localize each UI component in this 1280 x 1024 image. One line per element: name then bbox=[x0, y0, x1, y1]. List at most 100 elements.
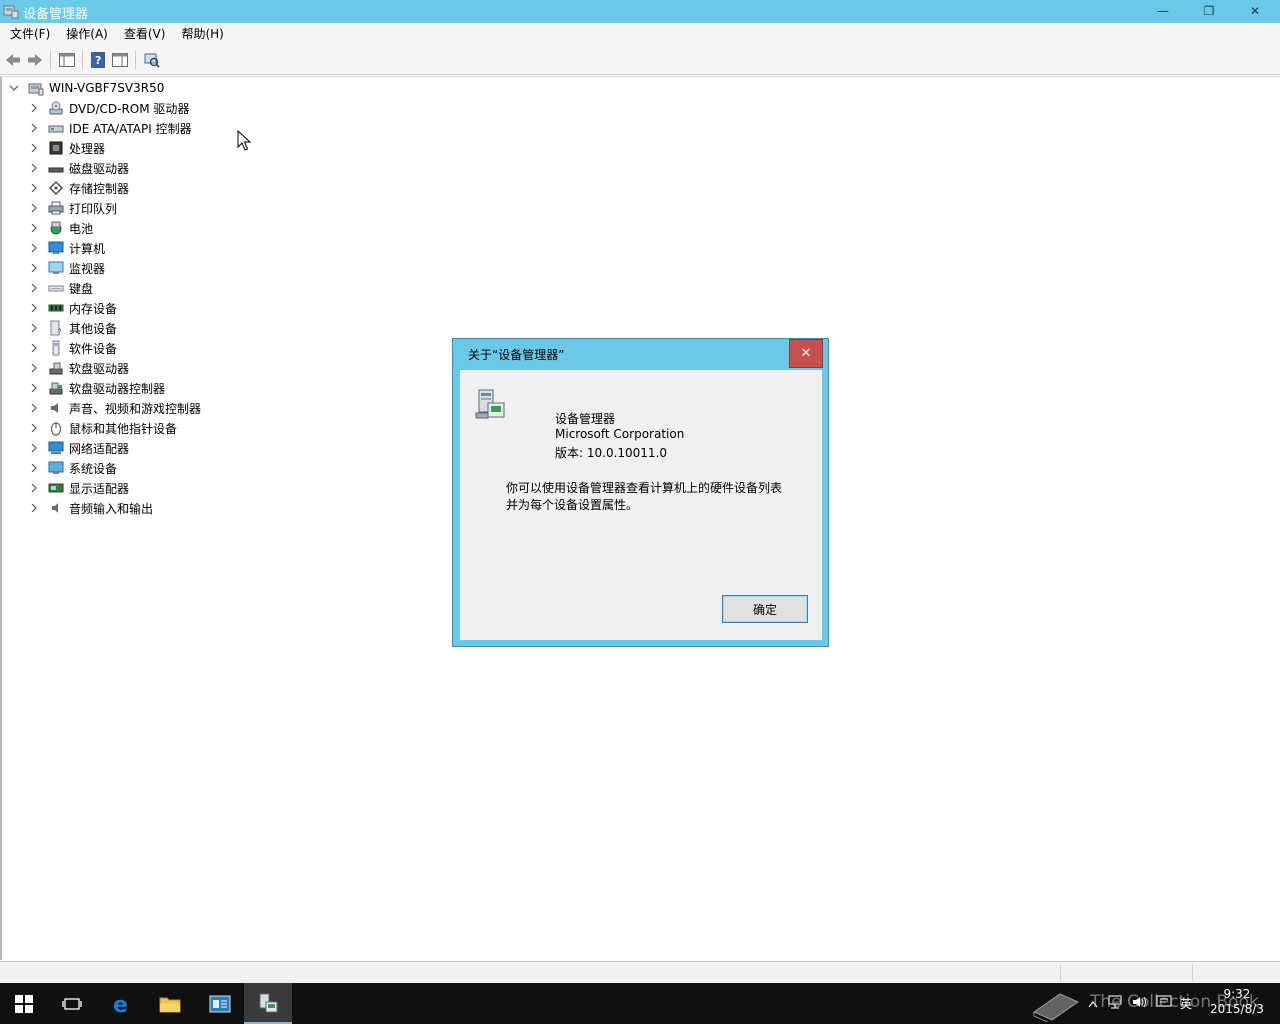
restore-button[interactable]: ❐ bbox=[1186, 0, 1232, 22]
tree-item[interactable]: 声音、视频和游戏控制器 bbox=[28, 398, 201, 418]
tree-item-label: 键盘 bbox=[69, 281, 94, 296]
chevron-right-icon[interactable] bbox=[28, 162, 40, 174]
chevron-right-icon[interactable] bbox=[28, 262, 40, 274]
chevron-right-icon[interactable] bbox=[28, 422, 40, 434]
tree-root[interactable]: WIN-VGBF7SV3R50 bbox=[8, 78, 164, 98]
tree-item[interactable]: 网络适配器 bbox=[28, 438, 129, 458]
tree-item[interactable]: 软盘驱动器 bbox=[28, 358, 129, 378]
tree-item[interactable]: 计算机 bbox=[28, 238, 105, 258]
tree-item[interactable]: 鼠标和其他指针设备 bbox=[28, 418, 177, 438]
device-manager-taskbar-button[interactable] bbox=[244, 983, 292, 1024]
chevron-down-icon[interactable] bbox=[8, 82, 20, 94]
dialog-close-button[interactable]: ✕ bbox=[789, 339, 823, 368]
other-devices-icon: ? bbox=[48, 320, 64, 336]
tree-item[interactable]: IDE ATA/ATAPI 控制器 bbox=[28, 118, 192, 138]
chevron-right-icon[interactable] bbox=[28, 362, 40, 374]
chevron-right-icon[interactable] bbox=[28, 242, 40, 254]
tree-item-label: DVD/CD-ROM 驱动器 bbox=[69, 101, 190, 116]
system-device-icon bbox=[48, 460, 64, 476]
dvd-drive-icon bbox=[48, 100, 64, 116]
dialog-description-line: 并为每个设备设置属性。 bbox=[506, 498, 639, 512]
chevron-right-icon[interactable] bbox=[28, 302, 40, 314]
about-dialog: 关于“设备管理器” ✕ 设备管理器 Microsoft Corporation … bbox=[452, 338, 829, 647]
edge-browser-button[interactable]: e bbox=[98, 983, 146, 1024]
close-button[interactable]: ✕ bbox=[1232, 0, 1278, 22]
ok-button[interactable]: 确定 bbox=[722, 595, 808, 623]
dialog-app-name: 设备管理器 bbox=[555, 412, 616, 426]
tree-item[interactable]: 软盘驱动器控制器 bbox=[28, 378, 165, 398]
chevron-right-icon[interactable] bbox=[28, 202, 40, 214]
minimize-icon: — bbox=[1157, 4, 1169, 18]
floppy-controller-icon bbox=[48, 380, 64, 396]
tree-item[interactable]: 磁盘驱动器 bbox=[28, 158, 129, 178]
properties-pane-icon[interactable] bbox=[111, 51, 129, 69]
start-button[interactable] bbox=[0, 983, 48, 1024]
storage-controller-icon bbox=[48, 180, 64, 196]
back-arrow-icon[interactable] bbox=[4, 51, 22, 69]
chevron-right-icon[interactable] bbox=[28, 442, 40, 454]
device-manager-app-icon[interactable] bbox=[3, 3, 19, 19]
menu-file[interactable]: 文件(F) bbox=[2, 23, 58, 45]
chevron-right-icon[interactable] bbox=[28, 322, 40, 334]
audio-io-icon bbox=[48, 500, 64, 516]
chevron-right-icon[interactable] bbox=[28, 142, 40, 154]
tree-item[interactable]: 显示适配器 bbox=[28, 478, 129, 498]
scan-hardware-icon[interactable] bbox=[143, 51, 161, 69]
chevron-right-icon[interactable] bbox=[28, 402, 40, 414]
toolbar-separator bbox=[82, 51, 83, 69]
chevron-right-icon[interactable] bbox=[28, 102, 40, 114]
status-bar-separator bbox=[1192, 965, 1193, 981]
toolbar-separator bbox=[50, 51, 51, 69]
tree-item[interactable]: 监视器 bbox=[28, 258, 105, 278]
forward-arrow-icon[interactable] bbox=[26, 51, 44, 69]
processor-icon bbox=[48, 140, 64, 156]
tree-item-label: 声音、视频和游戏控制器 bbox=[69, 401, 202, 416]
chevron-right-icon[interactable] bbox=[28, 182, 40, 194]
display-adapter-icon bbox=[48, 480, 64, 496]
chevron-right-icon[interactable] bbox=[28, 462, 40, 474]
close-icon: ✕ bbox=[800, 346, 812, 361]
windows-logo-icon bbox=[15, 994, 33, 1013]
tree-item[interactable]: 处理器 bbox=[28, 138, 105, 158]
show-hide-console-tree-icon[interactable] bbox=[58, 51, 76, 69]
tree-item[interactable]: 内存设备 bbox=[28, 298, 117, 318]
dialog-title: 关于“设备管理器” bbox=[468, 348, 565, 362]
server-manager-button[interactable] bbox=[196, 983, 244, 1024]
menu-help[interactable]: 帮助(H) bbox=[173, 23, 231, 45]
tree-item[interactable]: 打印队列 bbox=[28, 198, 117, 218]
menu-action[interactable]: 操作(A) bbox=[58, 23, 116, 45]
tree-item-label: 磁盘驱动器 bbox=[69, 161, 130, 176]
book-logo-icon bbox=[1032, 993, 1080, 1022]
menu-view[interactable]: 查看(V) bbox=[116, 23, 174, 45]
tree-item[interactable]: DVD/CD-ROM 驱动器 bbox=[28, 98, 189, 118]
tree-item-label: 软盘驱动器 bbox=[69, 361, 130, 376]
tree-item-label: 系统设备 bbox=[69, 461, 118, 476]
chevron-right-icon[interactable] bbox=[28, 222, 40, 234]
tree-item[interactable]: 系统设备 bbox=[28, 458, 117, 478]
chevron-right-icon[interactable] bbox=[28, 342, 40, 354]
tree-item-label: 监视器 bbox=[69, 261, 106, 276]
tree-item-label: 计算机 bbox=[69, 241, 106, 256]
tree-root-label: WIN-VGBF7SV3R50 bbox=[49, 81, 165, 95]
tree-item[interactable]: 存储控制器 bbox=[28, 178, 129, 198]
chevron-right-icon[interactable] bbox=[28, 502, 40, 514]
tree-item-label: 内存设备 bbox=[69, 301, 118, 316]
network-adapter-icon bbox=[48, 440, 64, 456]
tree-item[interactable]: 软件设备 bbox=[28, 338, 117, 358]
chevron-right-icon[interactable] bbox=[28, 122, 40, 134]
file-explorer-button[interactable] bbox=[146, 983, 194, 1024]
help-icon[interactable]: ? bbox=[89, 51, 107, 69]
minimize-button[interactable]: — bbox=[1140, 0, 1186, 22]
tree-item[interactable]: 键盘 bbox=[28, 278, 93, 298]
tree-item[interactable]: ? 其他设备 bbox=[28, 318, 117, 338]
chevron-right-icon[interactable] bbox=[28, 382, 40, 394]
close-icon: ✕ bbox=[1249, 4, 1261, 18]
tree-item[interactable]: 电池 bbox=[28, 218, 93, 238]
chevron-right-icon[interactable] bbox=[28, 282, 40, 294]
dialog-description: 你可以使用设备管理器查看计算机上的硬件设备列表 并为每个设备设置属性。 bbox=[506, 480, 796, 514]
tree-item[interactable]: 音频输入和输出 bbox=[28, 498, 153, 518]
window-titlebar[interactable]: 设备管理器 — ❐ ✕ bbox=[0, 0, 1280, 23]
chevron-right-icon[interactable] bbox=[28, 482, 40, 494]
task-view-button[interactable] bbox=[48, 983, 96, 1024]
floppy-drive-icon bbox=[48, 360, 64, 376]
